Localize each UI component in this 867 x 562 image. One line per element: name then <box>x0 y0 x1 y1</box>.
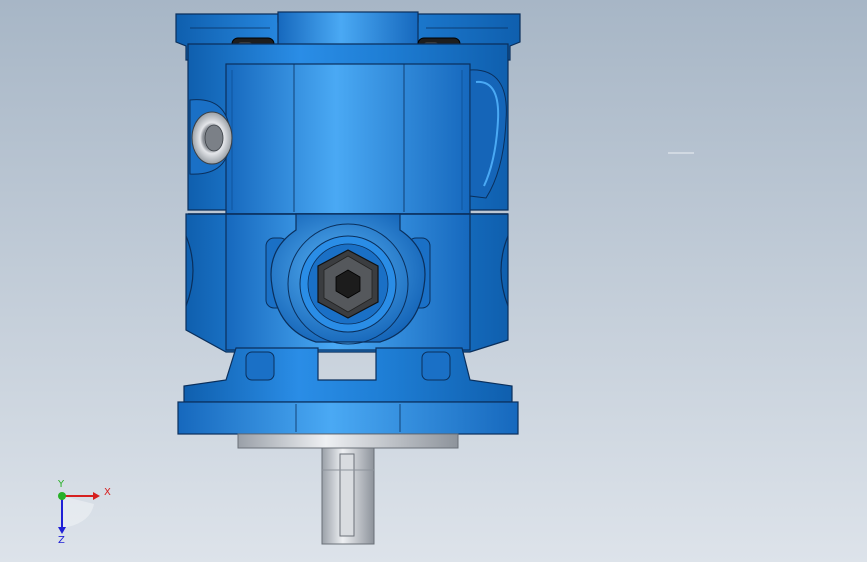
x-axis-label: X <box>104 487 111 498</box>
upper-housing[interactable] <box>187 43 509 215</box>
drive-shaft[interactable] <box>321 447 375 545</box>
pilot-ring <box>237 433 459 449</box>
hydraulic-pump-model[interactable] <box>0 0 867 562</box>
z-axis-label: Z <box>58 535 65 546</box>
y-axis-label: Y <box>58 479 65 490</box>
reference-triad[interactable]: X Y Z <box>46 480 116 550</box>
mounting-flange[interactable] <box>177 347 519 435</box>
graphics-viewport[interactable]: X Y Z <box>0 0 867 562</box>
